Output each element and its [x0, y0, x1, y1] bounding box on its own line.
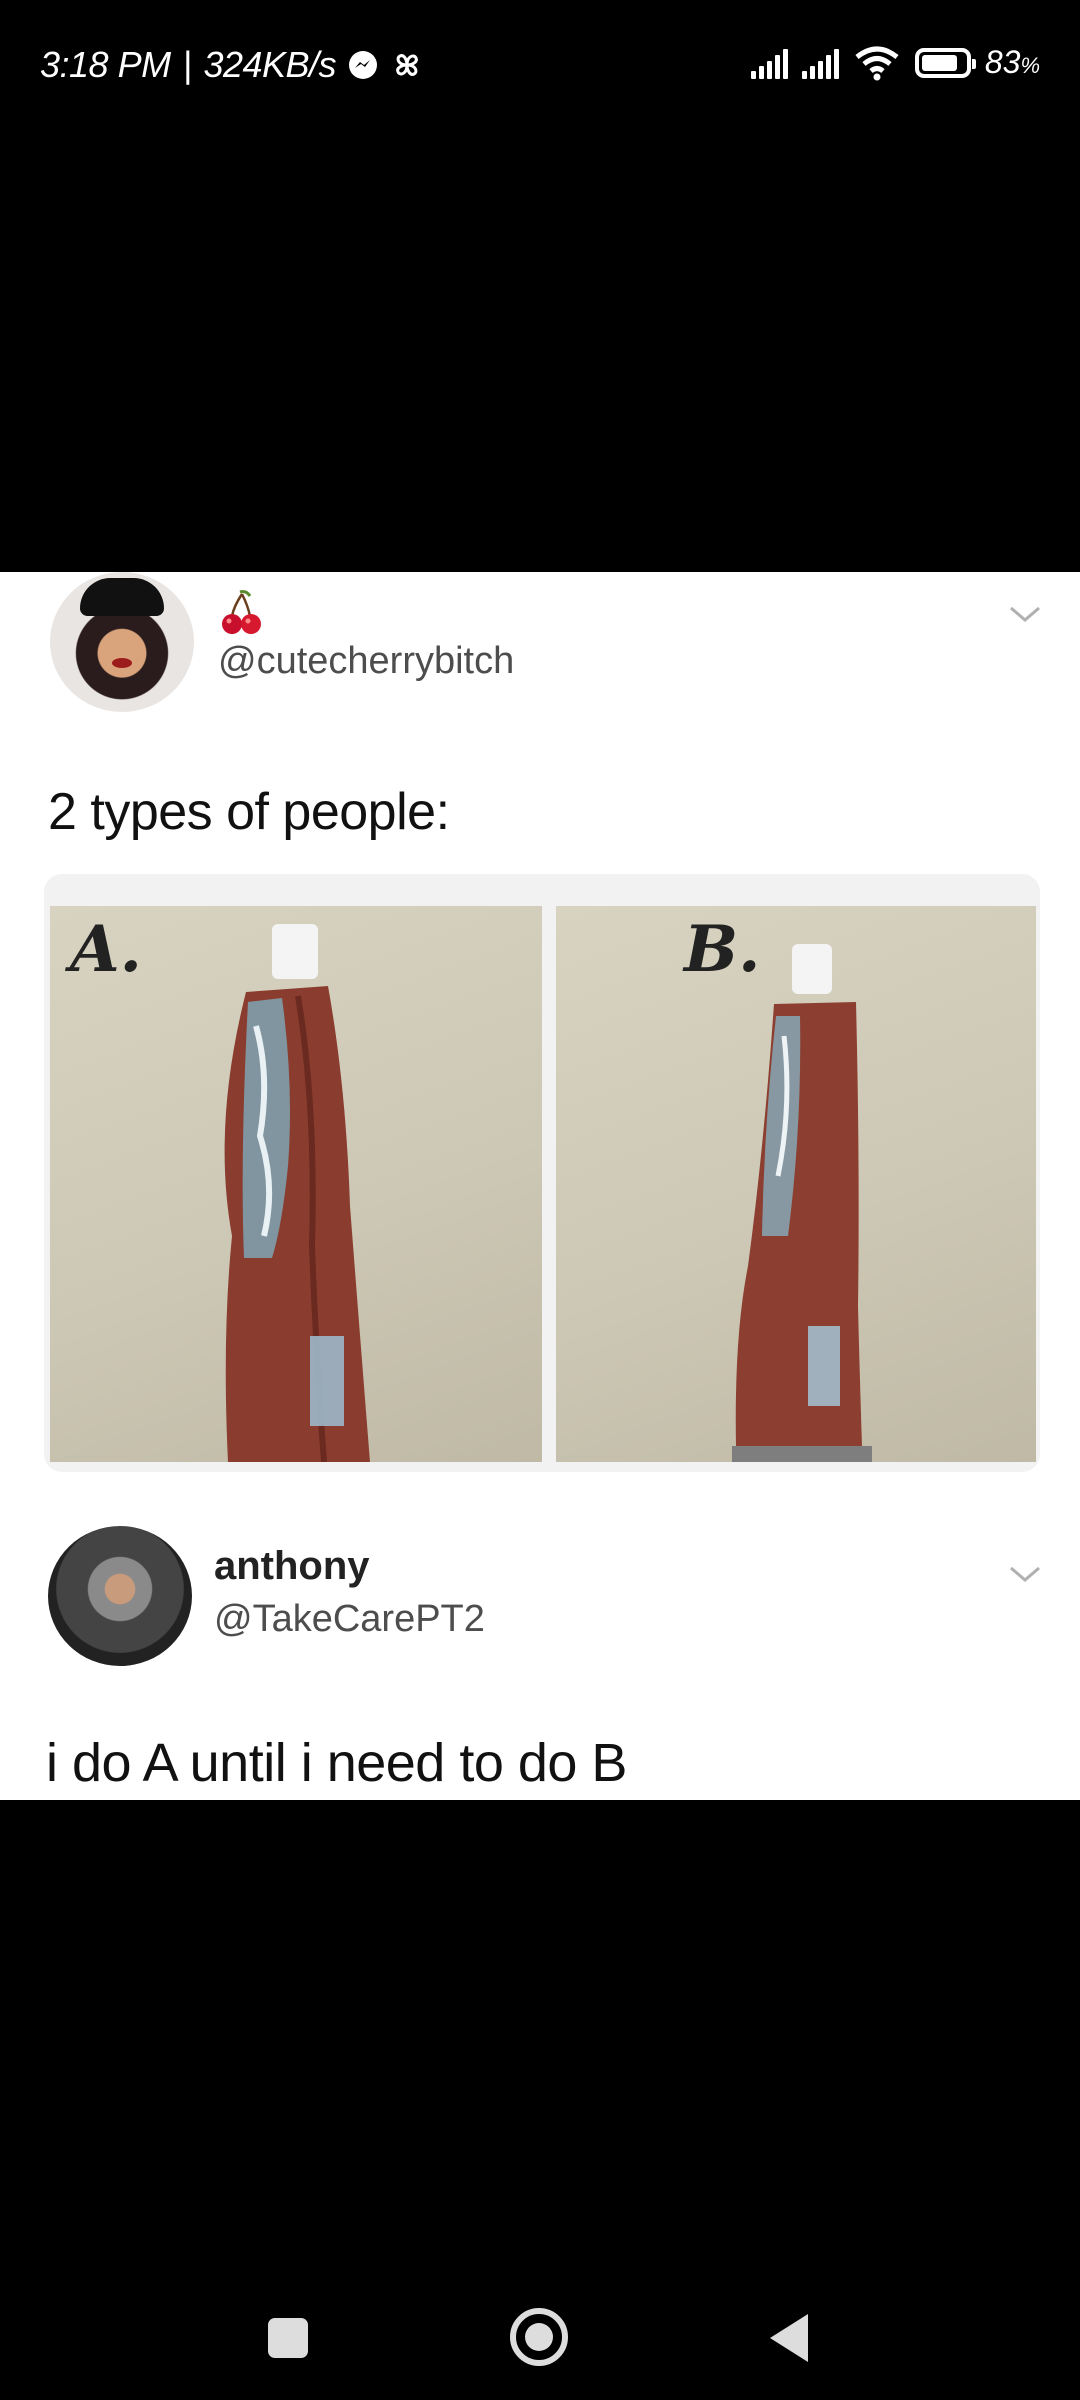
home-icon[interactable] — [510, 2308, 568, 2366]
battery-fill — [921, 54, 957, 71]
photo-b: B. — [556, 906, 1036, 1462]
tweet-text: 2 types of people: — [48, 783, 450, 841]
back-icon[interactable] — [770, 2314, 808, 2362]
meme-image: @cutecherrybitch 2 types of people: A. B… — [0, 572, 1080, 1800]
status-right: 83% — [750, 44, 1040, 81]
network-speed: 324KB/s — [203, 44, 337, 85]
user-handle: @TakeCarePT2 — [214, 1598, 485, 1640]
battery-icon — [914, 47, 976, 78]
tweet-text: i do A until i need to do B — [46, 1733, 627, 1793]
cherry-icon — [222, 590, 261, 634]
navigation-bar — [0, 2260, 1080, 2400]
chevron-down-icon — [1010, 1566, 1040, 1582]
chevron-down-icon — [1010, 606, 1040, 622]
status-bar: 3:18 PM | 324KB/s 83% — [0, 0, 1080, 130]
screen: 3:18 PM | 324KB/s 83% @cutecherrybitch 2… — [0, 0, 1080, 2400]
toothpaste-tube-crumpled — [224, 924, 370, 1462]
clock: 3:18 PM — [40, 44, 171, 85]
pinwheel-icon — [396, 54, 418, 76]
display-name: anthony — [214, 1544, 370, 1588]
status-left: 3:18 PM | 324KB/s — [40, 44, 424, 86]
signal-icon — [750, 47, 788, 79]
recents-icon[interactable] — [268, 2318, 308, 2358]
photo-a: A. — [50, 906, 542, 1462]
avatar — [50, 572, 194, 712]
separator: | — [182, 44, 192, 85]
user-handle: @cutecherrybitch — [218, 640, 515, 682]
signal-icon — [801, 47, 839, 79]
toothpaste-tube-rolled — [732, 944, 872, 1462]
messenger-icon — [349, 51, 378, 79]
battery-percent: 83% — [984, 44, 1040, 80]
avatar — [48, 1526, 192, 1666]
wifi-icon — [855, 46, 899, 80]
